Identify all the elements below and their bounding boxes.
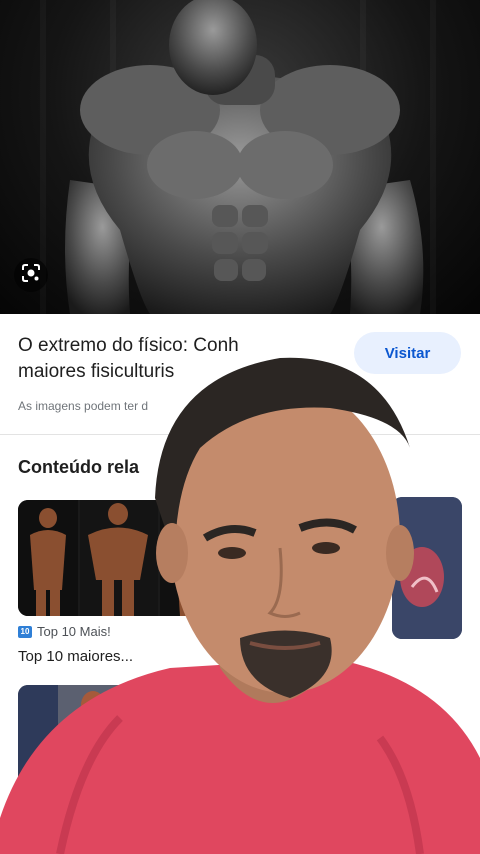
google-lens-icon: [21, 263, 41, 288]
webcam-overlay: [0, 338, 480, 854]
bodybuilder-figure: [65, 0, 424, 314]
presenter-video: [0, 357, 480, 854]
hero-image[interactable]: [0, 0, 480, 314]
google-lens-button[interactable]: [14, 258, 48, 292]
